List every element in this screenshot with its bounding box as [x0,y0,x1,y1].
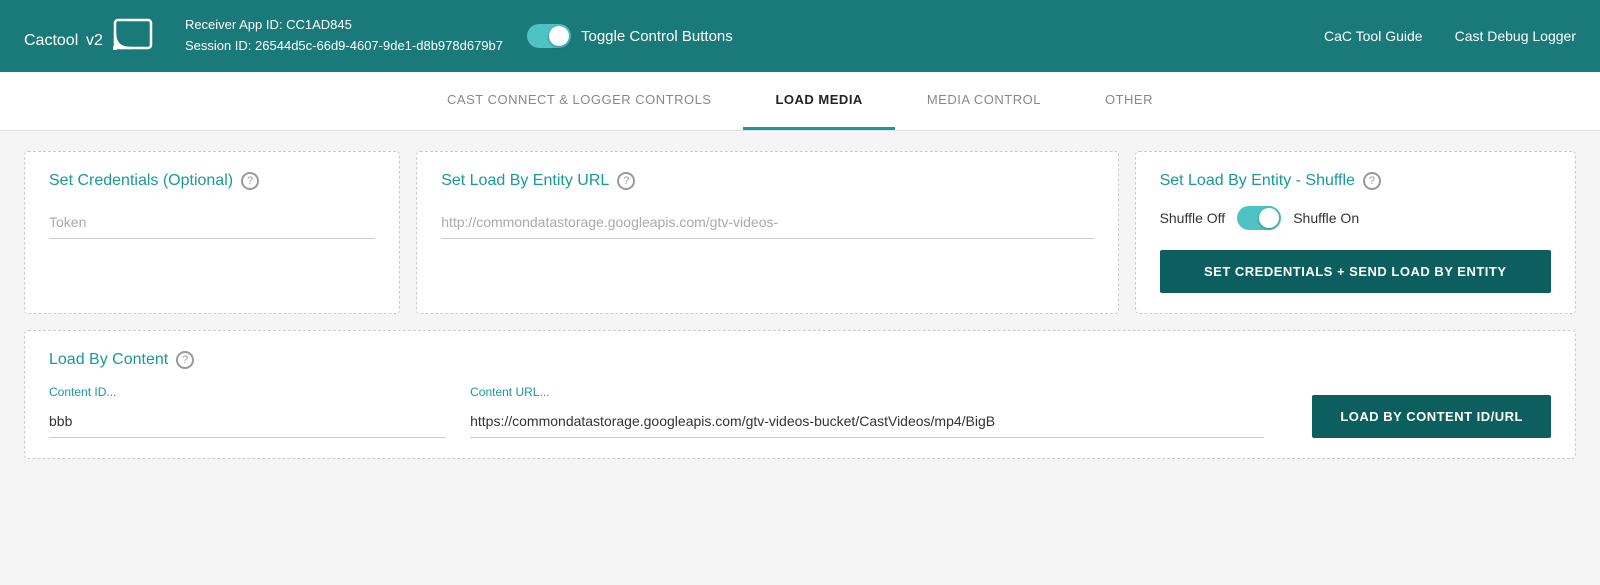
entity-url-input[interactable] [441,206,1093,239]
session-label: Session ID: [185,38,251,53]
receiver-app-info: Receiver App ID: CC1AD845 [185,15,503,36]
cast-debug-logger-link[interactable]: Cast Debug Logger [1455,28,1576,44]
entity-url-card-title: Set Load By Entity URL ? [441,172,1093,190]
tab-media-control[interactable]: MEDIA CONTROL [895,72,1073,130]
shuffle-toggle-row: Shuffle Off Shuffle On [1160,206,1551,230]
content-url-group: Content URL... [470,385,1264,438]
credentials-card: Set Credentials (Optional) ? [24,151,400,314]
session-info: Session ID: 26544d5c-66d9-4607-9de1-d8b9… [185,36,503,57]
load-content-title-text: Load By Content [49,351,168,369]
entity-url-title-text: Set Load By Entity URL [441,172,609,190]
app-header: Cactool v2 Receiver App ID: CC1AD845 Ses… [0,0,1600,72]
cast-icon [113,18,153,55]
cac-tool-guide-link[interactable]: CaC Tool Guide [1324,28,1423,44]
shuffle-title-text: Set Load By Entity - Shuffle [1160,172,1355,190]
shuffle-card: Set Load By Entity - Shuffle ? Shuffle O… [1135,151,1576,314]
header-nav: CaC Tool Guide Cast Debug Logger [1324,28,1576,44]
toggle-control-buttons[interactable] [527,24,571,48]
load-content-button[interactable]: LOAD BY CONTENT ID/URL [1312,395,1551,438]
logo-name: Cactool [24,32,78,49]
load-content-card: Load By Content ? Content ID... Content … [24,330,1576,459]
bottom-row: Load By Content ? Content ID... Content … [24,330,1576,459]
shuffle-off-label: Shuffle Off [1160,210,1226,226]
shuffle-toggle[interactable] [1237,206,1281,230]
top-row: Set Credentials (Optional) ? Set Load By… [24,151,1576,314]
shuffle-card-title: Set Load By Entity - Shuffle ? [1160,172,1551,190]
content-id-label: Content ID... [49,385,446,399]
credentials-card-title: Set Credentials (Optional) ? [49,172,375,190]
token-input[interactable] [49,206,375,239]
main-content: Set Credentials (Optional) ? Set Load By… [0,131,1600,479]
send-load-by-entity-button[interactable]: SET CREDENTIALS + SEND LOAD BY ENTITY [1160,250,1551,293]
main-nav-tabs: CAST CONNECT & LOGGER CONTROLS LOAD MEDI… [0,72,1600,131]
content-id-input[interactable] [49,405,446,438]
credentials-help-icon[interactable]: ? [241,172,259,190]
logo-version: v2 [86,32,103,49]
tab-cast-connect[interactable]: CAST CONNECT & LOGGER CONTROLS [415,72,743,130]
credentials-title-text: Set Credentials (Optional) [49,172,233,190]
entity-url-help-icon[interactable]: ? [617,172,635,190]
tab-other[interactable]: OTHER [1073,72,1185,130]
session-id: 26544d5c-66d9-4607-9de1-d8b978d679b7 [255,38,503,53]
toggle-control-area: Toggle Control Buttons [527,24,733,48]
shuffle-on-label: Shuffle On [1293,210,1359,226]
logo-area: Cactool v2 [24,18,153,55]
tab-load-media[interactable]: LOAD MEDIA [743,72,894,130]
entity-url-card: Set Load By Entity URL ? [416,151,1118,314]
content-id-group: Content ID... [49,385,446,438]
toggle-control-label: Toggle Control Buttons [581,28,733,45]
load-btn-area: LOAD BY CONTENT ID/URL [1312,395,1551,438]
shuffle-help-icon[interactable]: ? [1363,172,1381,190]
receiver-app-id: CC1AD845 [286,17,352,32]
logo-text: Cactool v2 [24,20,103,52]
receiver-app-label: Receiver App ID: [185,17,283,32]
content-url-input[interactable] [470,405,1264,438]
load-content-title: Load By Content ? [49,351,1551,369]
content-url-label: Content URL... [470,385,1264,399]
header-info: Receiver App ID: CC1AD845 Session ID: 26… [185,15,503,57]
load-content-help-icon[interactable]: ? [176,351,194,369]
